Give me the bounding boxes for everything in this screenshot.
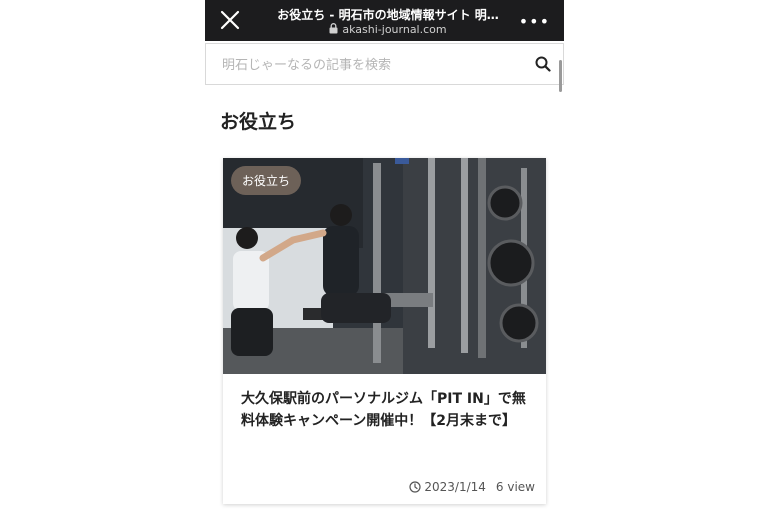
close-button[interactable] xyxy=(217,7,243,33)
article-title[interactable]: 大久保駅前のパーソナルジム「PIT IN」で無料体験キャンペーン開催中！【2月末… xyxy=(241,388,531,432)
more-options-button[interactable]: ••• xyxy=(519,12,550,31)
search-input[interactable] xyxy=(220,54,524,76)
clock-icon xyxy=(409,481,421,493)
section-heading: お役立ち xyxy=(220,111,297,133)
url-text: akashi-journal.com xyxy=(342,23,447,36)
publish-date: 2023/1/14 xyxy=(424,480,486,494)
article-card[interactable]: お役立ち 大久保駅前のパーソナルジム「PIT IN」で無料体験キャンペーン開催中… xyxy=(223,158,546,504)
article-thumbnail[interactable]: お役立ち xyxy=(223,158,546,374)
category-badge[interactable]: お役立ち xyxy=(231,166,302,195)
lock-icon xyxy=(329,23,338,34)
browser-top-bar: お役立ち - 明石市の地域情報サイト 明… akashi-journal.com… xyxy=(205,0,564,41)
url-display[interactable]: akashi-journal.com xyxy=(263,23,513,36)
close-icon[interactable] xyxy=(217,7,243,33)
page-title: お役立ち - 明石市の地域情報サイト 明… xyxy=(277,8,499,22)
search-bar xyxy=(205,43,564,85)
search-icon[interactable] xyxy=(535,56,551,72)
view-count: 6 view xyxy=(495,480,535,494)
scrollbar[interactable] xyxy=(559,60,562,92)
article-meta: 2023/1/14 6 view xyxy=(409,480,535,494)
phone-screen: お役立ち - 明石市の地域情報サイト 明… akashi-journal.com… xyxy=(205,0,564,510)
